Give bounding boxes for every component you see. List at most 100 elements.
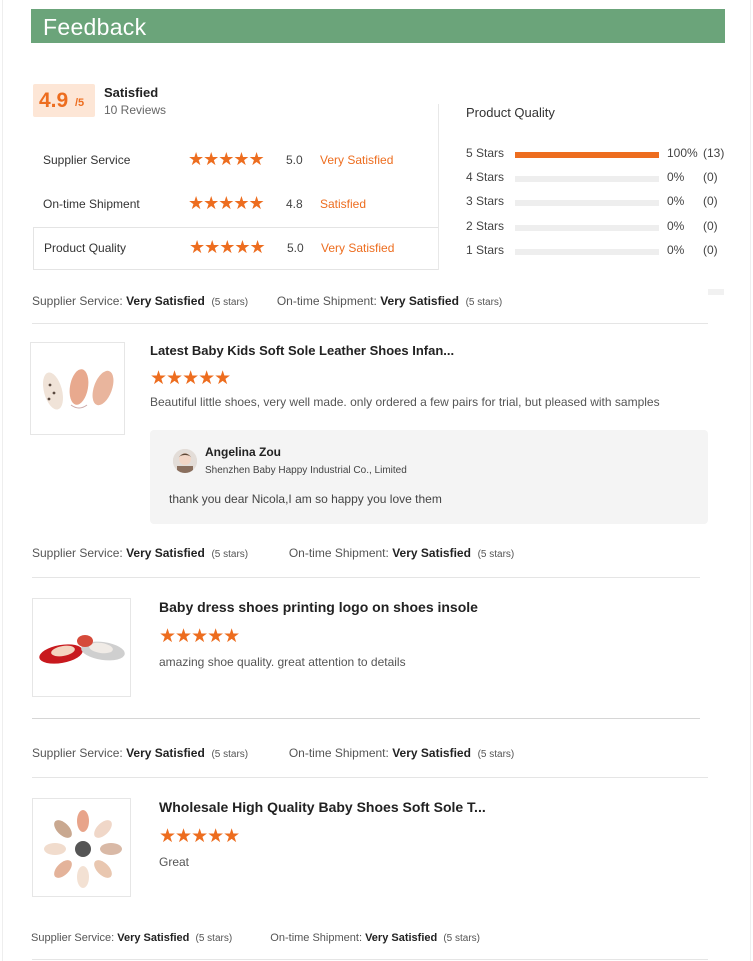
review-text: Beautiful little shoes, very well made. …	[150, 395, 660, 409]
star-bar-count: (0)	[703, 194, 718, 208]
feedback-title: Feedback	[43, 14, 147, 40]
feedback-header: Feedback	[31, 9, 725, 43]
rating-label: Supplier Service	[43, 153, 131, 167]
supplier-service-label: Supplier Service:	[32, 546, 123, 560]
review-meta: Supplier Service: Very Satisfied (5 star…	[31, 932, 480, 944]
shipment-verdict: Very Satisfied	[392, 546, 471, 560]
product-thumbnail[interactable]	[32, 598, 131, 697]
star-rating-icon: ★★★★★	[188, 149, 265, 169]
avatar	[173, 449, 197, 473]
star-rating-icon: ★★★★★	[188, 193, 265, 213]
star-bar-count: (0)	[703, 219, 718, 233]
overall-verdict: Satisfied	[104, 85, 159, 100]
rating-value: 5.0	[287, 241, 304, 255]
score-out-of: /5	[75, 97, 85, 109]
overall-score-badge: 4.9 /5	[33, 84, 95, 117]
review-meta: Supplier Service: Very Satisfied (5 star…	[32, 546, 514, 560]
supplier-service-label: Supplier Service:	[32, 746, 123, 760]
reply-company: Shenzhen Baby Happy Industrial Co., Limi…	[205, 465, 407, 476]
divider	[32, 718, 700, 719]
star-bar-track	[515, 152, 659, 158]
star-bar-row: 4 Stars 0% (0)	[466, 170, 736, 190]
review-product-title[interactable]: Baby dress shoes printing logo on shoes …	[159, 599, 478, 615]
star-bar-row: 3 Stars 0% (0)	[466, 194, 736, 214]
review-text: Great	[159, 855, 190, 869]
supplier-service-verdict: Very Satisfied	[126, 546, 205, 560]
divider	[32, 577, 700, 578]
rating-row-product-quality[interactable]: Product Quality ★★★★★ 5.0 Very Satisfied	[33, 227, 438, 270]
star-bar-row: 2 Stars 0% (0)	[466, 219, 736, 239]
supplier-service-label: Supplier Service:	[32, 294, 123, 308]
review-product-title[interactable]: Wholesale High Quality Baby Shoes Soft S…	[159, 799, 486, 815]
review-star-rating-icon: ★★★★★	[150, 368, 231, 389]
supplier-service-verdict: Very Satisfied	[117, 932, 190, 944]
stars-note: (5 stars)	[465, 297, 503, 308]
rating-row-on-time-shipment[interactable]: On-time Shipment ★★★★★ 4.8 Satisfied	[33, 184, 438, 227]
supplier-service-verdict: Very Satisfied	[126, 746, 205, 760]
star-bar-track	[515, 249, 659, 255]
star-rating-icon: ★★★★★	[189, 237, 266, 257]
shipment-verdict: Very Satisfied	[380, 294, 459, 308]
stars-note: (5 stars)	[477, 749, 515, 760]
star-bar-label: 1 Stars	[466, 243, 505, 257]
rating-value: 4.8	[286, 197, 303, 211]
review-text: amazing shoe quality. great attention to…	[159, 655, 406, 669]
rating-verdict: Satisfied	[320, 197, 367, 211]
stars-note: (5 stars)	[195, 933, 233, 944]
star-bar-percent: 0%	[667, 219, 685, 233]
shipment-label: On-time Shipment:	[288, 546, 389, 560]
rating-value: 5.0	[286, 153, 303, 167]
stars-note: (5 stars)	[211, 549, 249, 560]
star-bar-count: (13)	[703, 146, 725, 160]
stars-note: (5 stars)	[211, 749, 249, 760]
rating-row-supplier-service[interactable]: Supplier Service ★★★★★ 5.0 Very Satisfie…	[33, 140, 438, 183]
supplier-service-label: Supplier Service:	[31, 932, 115, 944]
star-bar-track	[515, 200, 659, 206]
supplier-reply: Angelina Zou Shenzhen Baby Happy Industr…	[150, 430, 708, 524]
stars-note: (5 stars)	[443, 933, 481, 944]
star-bar-percent: 0%	[667, 170, 685, 184]
review-product-title[interactable]: Latest Baby Kids Soft Sole Leather Shoes…	[150, 343, 454, 358]
product-thumbnail[interactable]	[30, 342, 125, 435]
review-star-rating-icon: ★★★★★	[159, 626, 240, 647]
review-count[interactable]: 10 Reviews	[104, 103, 166, 117]
reply-text: thank you dear Nicola,I am so happy you …	[169, 492, 442, 506]
product-quality-title: Product Quality	[466, 105, 555, 120]
stars-note: (5 stars)	[477, 549, 515, 560]
shipment-verdict: Very Satisfied	[365, 932, 438, 944]
star-bar-percent: 0%	[667, 194, 685, 208]
supplier-service-verdict: Very Satisfied	[126, 294, 205, 308]
review-meta: Supplier Service: Very Satisfied (5 star…	[32, 746, 514, 760]
rating-label: Product Quality	[44, 241, 127, 255]
review-meta: Supplier Service: Very Satisfied (5 star…	[32, 294, 502, 308]
star-bar-count: (0)	[703, 243, 718, 257]
scroll-handle[interactable]	[708, 289, 724, 295]
rating-verdict: Very Satisfied	[321, 241, 395, 255]
shipment-label: On-time Shipment:	[276, 294, 377, 308]
star-bar-label: 2 Stars	[466, 219, 505, 233]
reply-author-name: Angelina Zou	[205, 445, 281, 459]
star-bar-track	[515, 176, 659, 182]
star-bar-percent: 0%	[667, 243, 685, 257]
shipment-label: On-time Shipment:	[288, 746, 389, 760]
star-bar-label: 4 Stars	[466, 170, 505, 184]
star-bar-percent: 100%	[667, 146, 698, 160]
star-bar-label: 3 Stars	[466, 194, 505, 208]
star-bar-fill	[515, 152, 659, 158]
stars-note: (5 stars)	[211, 297, 249, 308]
product-thumbnail[interactable]	[32, 798, 131, 897]
star-bar-count: (0)	[703, 170, 718, 184]
star-bar-row: 5 Stars 100% (13)	[466, 146, 736, 166]
star-bar-row: 1 Stars 0% (0)	[466, 243, 736, 263]
star-bar-label: 5 Stars	[466, 146, 505, 160]
shipment-label: On-time Shipment:	[270, 932, 362, 944]
review-star-rating-icon: ★★★★★	[159, 826, 240, 847]
rating-verdict: Very Satisfied	[320, 153, 394, 167]
divider	[32, 959, 708, 960]
divider	[32, 323, 708, 324]
divider	[32, 777, 708, 778]
overall-score: 4.9	[39, 89, 69, 112]
rating-label: On-time Shipment	[43, 197, 140, 211]
shipment-verdict: Very Satisfied	[392, 746, 471, 760]
summary-divider	[438, 104, 439, 270]
